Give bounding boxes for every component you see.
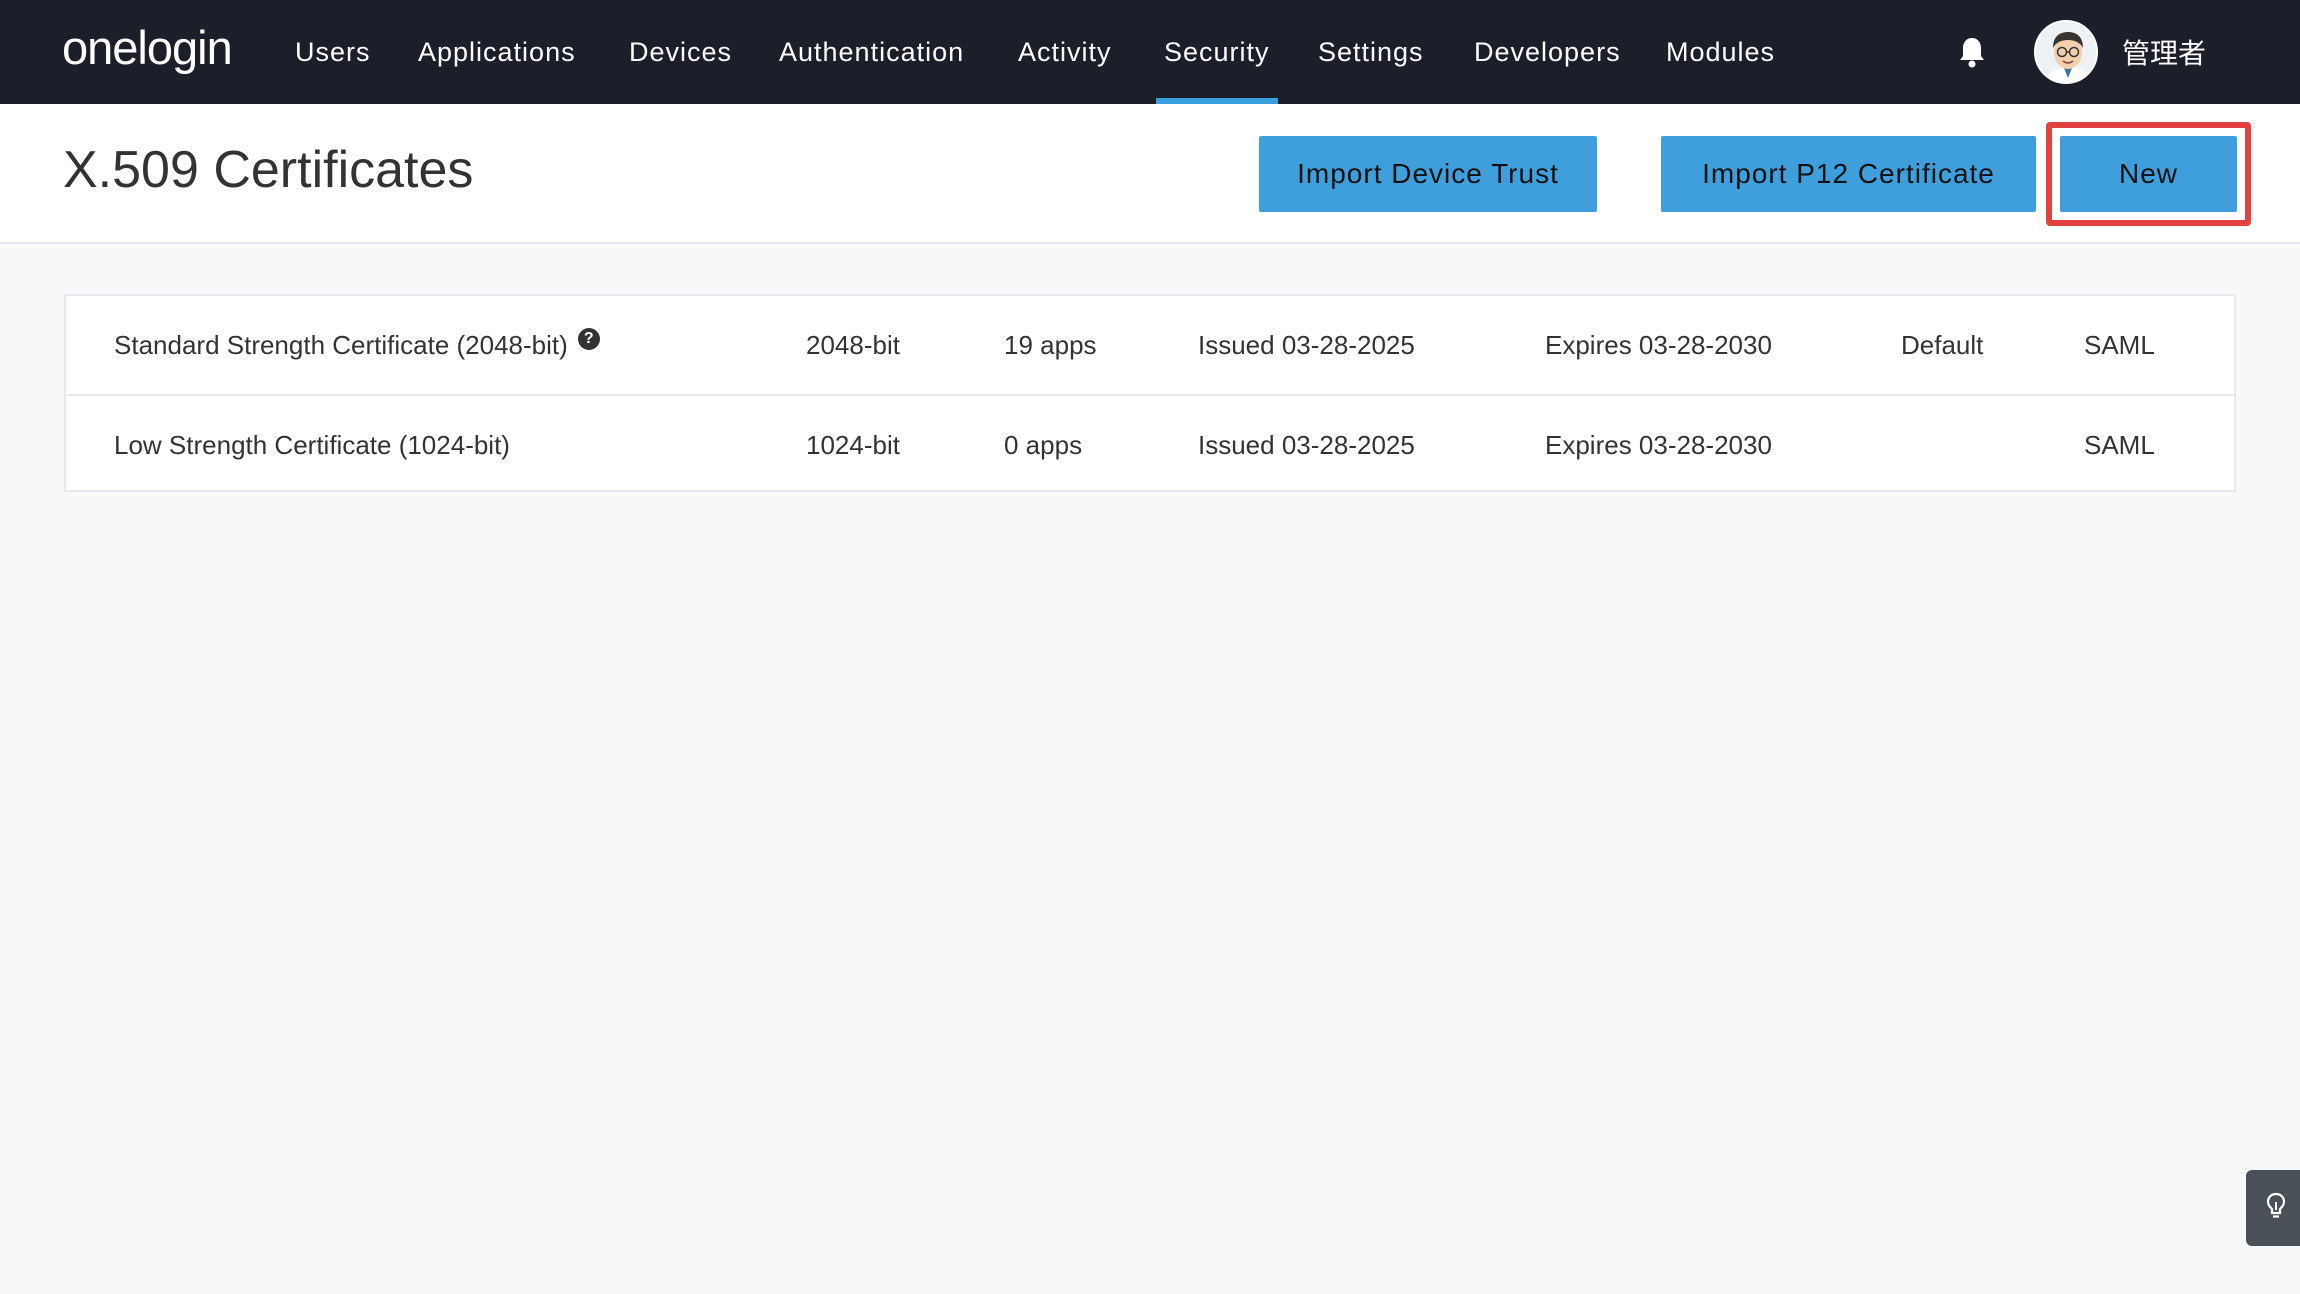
- certificate-issued: Issued 03-28-2025: [1198, 429, 1415, 460]
- top-navigation-bar: onelogin Users Applications Devices Auth…: [0, 0, 2300, 104]
- certificates-table: Standard Strength Certificate (2048-bit)…: [64, 294, 2236, 492]
- certificate-name: Low Strength Certificate (1024-bit): [114, 429, 510, 460]
- certificate-name: Standard Strength Certificate (2048-bit): [114, 329, 568, 360]
- table-row[interactable]: Low Strength Certificate (1024-bit) 1024…: [66, 394, 2234, 492]
- certificate-apps: 0 apps: [1004, 429, 1083, 460]
- nav-item-applications[interactable]: Applications: [418, 0, 576, 104]
- question-circle-icon[interactable]: ?: [577, 328, 600, 350]
- nav-item-authentication[interactable]: Authentication: [779, 0, 964, 104]
- tips-button[interactable]: [2246, 1170, 2300, 1246]
- table-row[interactable]: Standard Strength Certificate (2048-bit)…: [66, 296, 2234, 394]
- certificate-default-badge: Default: [1901, 329, 1984, 360]
- bell-icon[interactable]: [1958, 36, 1986, 68]
- certificate-expires: Expires 03-28-2030: [1545, 429, 1772, 460]
- onelogin-logo[interactable]: onelogin: [62, 20, 233, 75]
- lightbulb-icon: [2266, 1192, 2286, 1225]
- certificate-strength: 2048-bit: [806, 329, 900, 360]
- page-header: X.509 Certificates Import Device Trust I…: [0, 104, 2300, 244]
- import-device-trust-button[interactable]: Import Device Trust: [1259, 136, 1597, 212]
- import-p12-certificate-button[interactable]: Import P12 Certificate: [1661, 136, 2036, 212]
- nav-item-modules[interactable]: Modules: [1666, 0, 1775, 104]
- nav-item-settings[interactable]: Settings: [1318, 0, 1424, 104]
- user-avatar[interactable]: [2034, 20, 2098, 84]
- certificate-apps: 19 apps: [1004, 329, 1097, 360]
- certificate-issued: Issued 03-28-2025: [1198, 329, 1415, 360]
- certificate-expires: Expires 03-28-2030: [1545, 329, 1772, 360]
- certificate-type: SAML: [2084, 329, 2155, 360]
- nav-item-security[interactable]: Security: [1156, 0, 1278, 104]
- certificate-type: SAML: [2084, 429, 2155, 460]
- certificate-name-cell: Standard Strength Certificate (2048-bit)…: [114, 296, 600, 394]
- nav-item-devices[interactable]: Devices: [629, 0, 732, 104]
- page-title: X.509 Certificates: [63, 141, 474, 199]
- nav-item-activity[interactable]: Activity: [1018, 0, 1112, 104]
- user-name[interactable]: 管理者: [2122, 0, 2206, 104]
- new-button[interactable]: New: [2060, 136, 2237, 212]
- nav-item-users[interactable]: Users: [295, 0, 371, 104]
- certificate-strength: 1024-bit: [806, 429, 900, 460]
- nav-item-developers[interactable]: Developers: [1474, 0, 1621, 104]
